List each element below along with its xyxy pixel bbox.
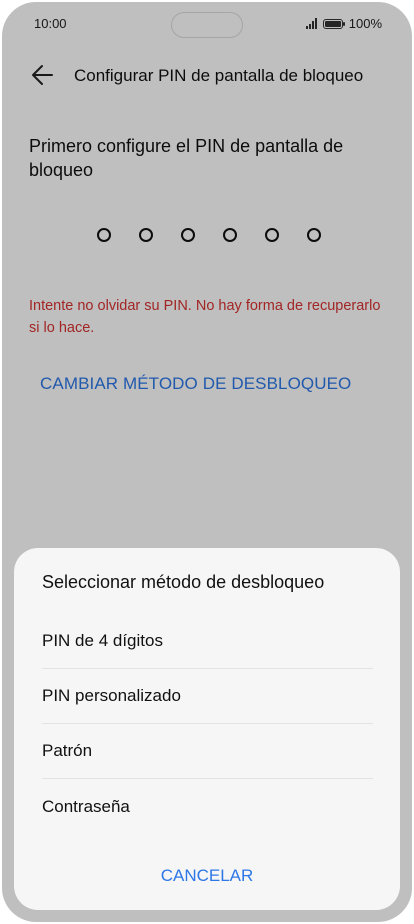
option-pattern[interactable]: Patrón	[42, 724, 373, 779]
unlock-method-sheet: Seleccionar método de desbloqueo PIN de …	[14, 548, 400, 910]
screen: 10:00 100% Configurar PIN de pantalla de…	[2, 2, 412, 922]
cancel-button[interactable]: CANCELAR	[14, 866, 400, 886]
sheet-title: Seleccionar método de desbloqueo	[42, 572, 325, 592]
option-pin-4-digits[interactable]: PIN de 4 dígitos	[42, 614, 373, 669]
option-custom-pin[interactable]: PIN personalizado	[42, 669, 373, 724]
phone-frame: 10:00 100% Configurar PIN de pantalla de…	[0, 0, 414, 924]
unlock-method-list: PIN de 4 dígitos PIN personalizado Patró…	[42, 614, 373, 834]
option-password[interactable]: Contraseña	[42, 779, 373, 834]
